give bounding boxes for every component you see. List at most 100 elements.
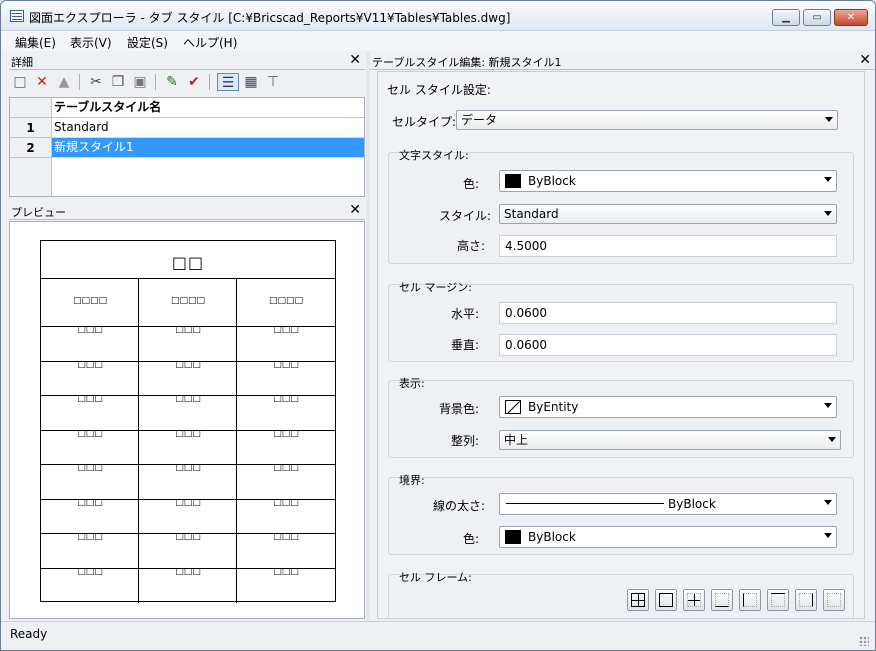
preview-data-cell: □□□ bbox=[175, 394, 201, 404]
text-style-value: Standard bbox=[504, 207, 559, 221]
preview-data-cell: □□□ bbox=[77, 497, 103, 508]
toolbar-separator bbox=[155, 74, 156, 90]
right-border-button[interactable] bbox=[795, 589, 817, 611]
preview-header-cell: □□□□ bbox=[268, 296, 303, 306]
border-label: 境界: bbox=[399, 474, 425, 487]
delete-icon[interactable]: ✕ bbox=[33, 73, 51, 91]
left-border-button[interactable] bbox=[739, 589, 761, 611]
copy-icon[interactable]: ❐ bbox=[109, 73, 127, 91]
close-button[interactable]: ✕ bbox=[834, 9, 868, 26]
edit-icon[interactable]: ✎ bbox=[163, 73, 181, 91]
chevron-down-icon bbox=[824, 211, 832, 216]
preview-data-cell: □□□ bbox=[77, 566, 103, 577]
border-group: 境界: 線の太さ: ByBlock 色: ByBlock bbox=[388, 474, 854, 555]
table-row-new-style-1[interactable]: 新規スタイル1 bbox=[52, 138, 364, 158]
preview-pane-close-icon[interactable]: ✕ bbox=[349, 202, 361, 218]
text-style-dropdown[interactable]: Standard bbox=[499, 204, 837, 224]
resize-grip-icon[interactable] bbox=[859, 636, 869, 646]
details-pane-close-icon[interactable]: ✕ bbox=[349, 52, 361, 68]
display-group: 表示: 背景色: ByEntity 整列: 中上 bbox=[388, 377, 854, 458]
paste-icon[interactable]: ▣ bbox=[131, 73, 149, 91]
preview-data-cell: □□□ bbox=[175, 497, 201, 508]
preview-header-cell: □□□□ bbox=[72, 296, 107, 306]
preview-data-cell: □□□ bbox=[175, 325, 201, 335]
text-height-input[interactable]: 4.5000 bbox=[499, 235, 837, 257]
toolbar-separator bbox=[79, 74, 80, 90]
preview-column-line bbox=[236, 279, 237, 603]
text-color-dropdown[interactable]: ByBlock bbox=[499, 170, 837, 192]
purge-icon[interactable]: ▲ bbox=[55, 73, 73, 91]
app-icon bbox=[10, 10, 24, 22]
border-color-label: 色: bbox=[463, 532, 480, 546]
cell-frame-group: セル フレーム: bbox=[388, 571, 854, 618]
grid-corner bbox=[10, 98, 52, 118]
preview-data-cell: □□□ bbox=[77, 428, 103, 439]
border-color-dropdown[interactable]: ByBlock bbox=[499, 526, 837, 548]
cell-style-settings-label: セル スタイル設定: bbox=[387, 83, 491, 97]
grid-column-header[interactable]: テーブルスタイル名 bbox=[52, 98, 364, 118]
maximize-button[interactable]: ▭ bbox=[803, 9, 831, 26]
preview-data-cell: □□□ bbox=[273, 463, 299, 473]
no-fill-swatch bbox=[505, 400, 521, 414]
title-bar[interactable]: 図面エクスプローラ - タブ スタイル [C:¥Bricscad_Reports… bbox=[1, 1, 875, 31]
menu-view[interactable]: 表示(V) bbox=[70, 34, 112, 51]
lineweight-dropdown[interactable]: ByBlock bbox=[499, 493, 837, 515]
cell-frame-buttons bbox=[627, 589, 847, 611]
lineweight-sample bbox=[506, 503, 664, 504]
details-toolbar: □ ✕ ▲ ✂ ❐ ▣ ✎ ✔ ☰ ▦ ⊤ bbox=[9, 70, 365, 96]
cell-type-value: データ bbox=[461, 113, 498, 127]
inside-border-button[interactable] bbox=[683, 589, 705, 611]
vertical-margin-input[interactable]: 0.0600 bbox=[499, 334, 837, 356]
horizontal-margin-input[interactable]: 0.0600 bbox=[499, 302, 837, 324]
chevron-down-icon bbox=[824, 500, 832, 505]
preview-pane-title: プレビュー bbox=[11, 206, 66, 219]
cut-icon[interactable]: ✂ bbox=[87, 73, 105, 91]
no-border-button[interactable] bbox=[823, 589, 845, 611]
top-border-icon bbox=[771, 593, 785, 607]
preview-data-cell: □□□ bbox=[175, 428, 201, 439]
table-row-standard[interactable]: Standard bbox=[52, 118, 364, 138]
menu-settings[interactable]: 設定(S) bbox=[127, 34, 168, 51]
menu-help[interactable]: ヘルプ(H) bbox=[183, 34, 237, 51]
set-current-icon[interactable]: ✔ bbox=[185, 73, 203, 91]
text-color-label: 色: bbox=[463, 177, 480, 191]
outside-border-icon bbox=[659, 593, 673, 607]
alignment-dropdown[interactable]: 中上 bbox=[499, 430, 841, 450]
editor-pane-header: テーブルスタイル編集: 新規スタイル1 ✕ bbox=[370, 52, 875, 70]
chevron-down-icon bbox=[828, 437, 836, 442]
preview-data-cell: □□□ bbox=[273, 566, 299, 577]
details-pane-title: 詳細 bbox=[11, 56, 33, 69]
right-border-icon bbox=[799, 593, 813, 607]
text-style-name-label: スタイル: bbox=[439, 209, 492, 223]
top-border-button[interactable] bbox=[767, 589, 789, 611]
cell-frame-label: セル フレーム: bbox=[399, 571, 472, 584]
toolbar-separator bbox=[209, 74, 210, 90]
icons-view-icon[interactable]: ▦ bbox=[242, 73, 260, 91]
vertical-margin-label: 垂直: bbox=[451, 338, 480, 352]
chevron-down-icon bbox=[825, 117, 833, 122]
details-view-icon[interactable]: ☰ bbox=[217, 73, 239, 91]
cell-margin-label: セル マージン: bbox=[399, 281, 472, 294]
editor-pane-close-icon[interactable]: ✕ bbox=[859, 52, 871, 68]
cell-type-dropdown[interactable]: データ bbox=[456, 110, 838, 130]
minimize-button[interactable]: ▁ bbox=[772, 9, 800, 26]
new-icon[interactable]: □ bbox=[11, 73, 29, 91]
outside-border-button[interactable] bbox=[655, 589, 677, 611]
styles-grid: テーブルスタイル名 1 Standard 2 新規スタイル1 bbox=[9, 97, 365, 197]
grid-empty-rowheads bbox=[10, 158, 52, 196]
tree-view-icon[interactable]: ⊤ bbox=[264, 73, 282, 91]
background-color-value: ByEntity bbox=[528, 400, 579, 414]
preview-data-cell: □□□ bbox=[273, 359, 299, 370]
all-borders-button[interactable] bbox=[627, 589, 649, 611]
editor-body: セル スタイル設定: セルタイプ: データ 文字スタイル: 色: ByBlock… bbox=[377, 71, 865, 619]
color-swatch bbox=[505, 530, 521, 544]
preview-title-cell: □□ bbox=[171, 253, 205, 272]
menu-edit[interactable]: 編集(E) bbox=[15, 34, 56, 51]
bottom-border-button[interactable] bbox=[711, 589, 733, 611]
preview-column-line bbox=[138, 279, 139, 603]
status-bar: Ready bbox=[1, 621, 875, 650]
text-height-label: 高さ: bbox=[457, 239, 486, 253]
background-color-dropdown[interactable]: ByEntity bbox=[499, 396, 837, 418]
chevron-down-icon bbox=[824, 533, 832, 538]
preview-data-cell: □□□ bbox=[273, 497, 299, 508]
